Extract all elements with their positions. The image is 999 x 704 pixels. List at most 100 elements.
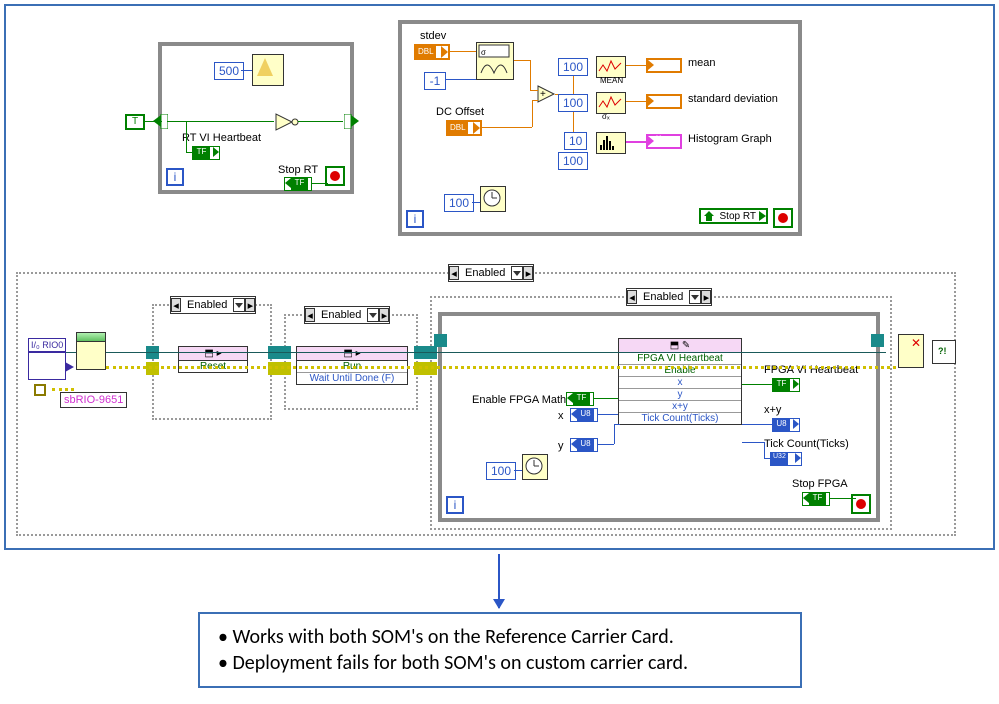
- shift-reg-right: [344, 114, 359, 129]
- stdev-control-terminal[interactable]: DBL: [414, 44, 450, 60]
- xplusy-label: x+y: [764, 404, 781, 416]
- wire: [241, 70, 252, 71]
- wire: [598, 444, 614, 445]
- x-label: x: [558, 410, 564, 422]
- for-loop-stats: stdev DBL -1 DC Offset DBL σ + 100 100 1…: [398, 20, 802, 236]
- stddev-indicator-label: standard deviation: [688, 93, 778, 105]
- wire: [52, 388, 74, 391]
- wire: [764, 458, 771, 459]
- stddev-pt-by-pt-icon: [596, 92, 626, 114]
- gaussian-white-noise-icon: σ: [476, 42, 514, 80]
- while-loop-fpga: ⬒ ✎ FPGA VI Heartbeat Enable x y x+y Tic…: [438, 312, 880, 522]
- rt-vi-heartbeat-terminal: TF: [192, 146, 220, 160]
- simple-error-handler-icon: [932, 340, 956, 364]
- wire: [514, 60, 530, 61]
- loop-stop-terminal: [851, 494, 871, 514]
- reset-enabled-selector[interactable]: ◂Enabled▸: [170, 296, 256, 314]
- wire: [614, 424, 615, 444]
- iteration-terminal: i: [406, 210, 424, 228]
- vi-path-constant-icon: [34, 384, 46, 396]
- numeric-constant-500: 500: [214, 62, 244, 80]
- stdev-control-label: stdev: [420, 30, 446, 42]
- wire: [298, 121, 343, 122]
- wire: [312, 183, 328, 184]
- histogram-pt-by-pt-icon: [596, 132, 626, 154]
- histogram-indicator: [·]: [646, 134, 682, 149]
- wire: [66, 352, 76, 353]
- dc-offset-terminal[interactable]: DBL: [446, 120, 482, 136]
- annotation-note: • Works with both SOM's on the Reference…: [198, 612, 802, 688]
- wire: [446, 79, 476, 80]
- sbrio-target-label: sbRIO-9651: [60, 392, 127, 408]
- loop-enabled-selector[interactable]: ◂Enabled▸: [626, 288, 712, 306]
- wire: [626, 65, 646, 66]
- wait-const-100: 100: [444, 194, 474, 212]
- stop-rt-label: Stop RT: [278, 164, 318, 176]
- wire: [532, 100, 538, 101]
- dc-offset-label: DC Offset: [436, 106, 484, 118]
- seed-constant-neg1: -1: [424, 72, 446, 90]
- iteration-terminal: i: [166, 168, 184, 186]
- wire: [830, 498, 856, 499]
- wire: [472, 202, 480, 203]
- histogram-indicator-label: Histogram Graph: [688, 133, 772, 145]
- fpga-vi-heartbeat-terminal: TF: [772, 378, 800, 392]
- wire: [626, 141, 646, 143]
- svg-text:σ: σ: [481, 48, 486, 57]
- wire: [742, 424, 772, 425]
- wire: [530, 90, 538, 91]
- x-terminal[interactable]: U8: [570, 408, 598, 422]
- outer-enabled-selector[interactable]: ◂Enabled▸: [448, 264, 534, 282]
- wire: [742, 442, 764, 443]
- const-100-std: 100: [558, 94, 588, 112]
- note-line-2: Deployment fails for both SOM's on custo…: [232, 651, 688, 675]
- stop-fpga-label: Stop FPGA: [792, 478, 848, 490]
- fpga-resource-control[interactable]: I/₀ RIO0: [28, 338, 66, 380]
- stop-rt-terminal[interactable]: TF: [284, 177, 312, 191]
- run-enabled-selector[interactable]: ◂Enabled▸: [304, 306, 390, 324]
- wire: [626, 101, 646, 102]
- while-loop-heartbeat: 500 RT VI Heartbeat TF Stop RT TF i: [158, 42, 354, 194]
- const-100-mean: 100: [558, 58, 588, 76]
- arrow-down-icon: [498, 554, 500, 608]
- wire: [764, 442, 765, 458]
- wire: [186, 121, 187, 152]
- wire: [186, 152, 192, 153]
- wire: [594, 398, 618, 399]
- mean-indicator: DBL: [646, 58, 682, 73]
- tick-count-terminal: U32: [770, 452, 802, 466]
- y-terminal[interactable]: U8: [570, 438, 598, 452]
- y-label: y: [558, 440, 564, 452]
- wire: [450, 51, 476, 52]
- enable-fpga-math-terminal[interactable]: TF: [566, 392, 594, 406]
- inner-wait-const-100: 100: [486, 462, 516, 480]
- stop-rt-local-variable: Stop RT: [699, 208, 769, 224]
- wire: [514, 470, 522, 471]
- wire: [482, 127, 532, 128]
- stop-fpga-terminal[interactable]: TF: [802, 492, 830, 506]
- wire: [532, 100, 533, 127]
- const-10-hist: 10: [564, 132, 587, 150]
- ref-tunnel-out: [871, 334, 884, 347]
- stddev-indicator: DBL: [646, 94, 682, 109]
- wire: [167, 121, 274, 122]
- error-wire: [106, 366, 896, 369]
- add-icon: +: [536, 84, 556, 104]
- sigma-caption: σₓ: [602, 112, 610, 121]
- wire: [598, 414, 618, 415]
- iteration-terminal: i: [446, 496, 464, 514]
- wait-ms-icon: [480, 186, 506, 212]
- loop-stop-terminal: [773, 208, 793, 228]
- mean-pt-by-pt-icon: [596, 56, 626, 78]
- not-icon: [274, 112, 300, 135]
- note-line-1: Works with both SOM's on the Reference C…: [232, 625, 673, 649]
- close-fpga-reference-icon: [898, 334, 924, 368]
- xplusy-terminal: U8: [772, 418, 800, 432]
- wire: [530, 60, 531, 90]
- mean-caption: MEAN: [600, 76, 623, 85]
- open-fpga-vi-reference-icon: [76, 332, 106, 370]
- wait-ms-inner-icon: [522, 454, 548, 480]
- tick-count-label: Tick Count(Ticks): [764, 438, 849, 450]
- wire: [742, 384, 772, 385]
- loop-stop-terminal: [325, 166, 345, 186]
